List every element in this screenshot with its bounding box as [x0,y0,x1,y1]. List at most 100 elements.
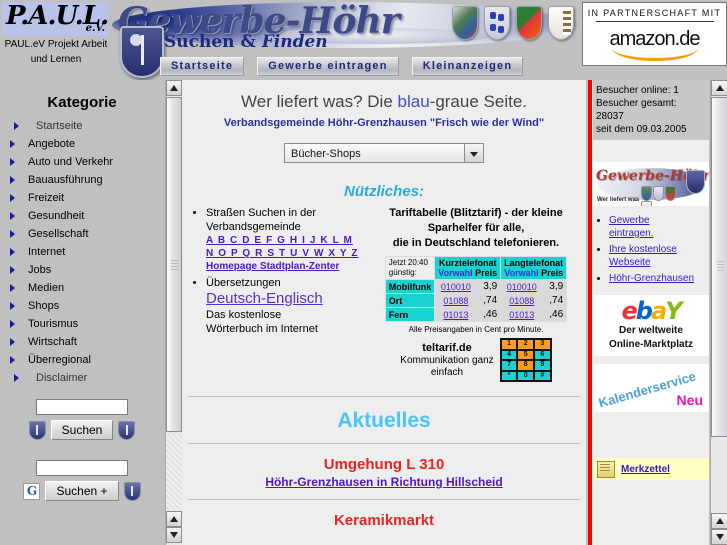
sidebar-item-gesundheit[interactable]: Gesundheit [0,207,164,225]
search-input[interactable] [36,399,128,415]
cell-ort-lang-nr[interactable]: 01088 [500,293,544,308]
link-gewerbe-eintragen-line1[interactable]: Gewerbe [609,215,650,226]
category-select[interactable]: Bücher-Shops [284,143,484,163]
keypad-key: 9 [535,361,550,370]
sidebar-item-ueberregional[interactable]: Überregional [0,351,164,369]
alphabet-links-row2[interactable]: N O P Q R S T U V W X Y Z [206,247,378,260]
page-scroll-down-icon[interactable] [711,529,727,545]
sidebar-item-disclaimer[interactable]: Disclaimer [0,369,164,387]
deutsch-englisch-link[interactable]: Deutsch-Englisch [206,291,378,306]
sidebar-item-angebote[interactable]: Angebote [0,135,164,153]
link-webseite-line2[interactable]: Webseite [609,257,651,268]
left-frame-scrollbar[interactable] [165,80,183,545]
kalenderservice-banner[interactable]: Kalenderservice Neu [593,364,709,412]
table-row: Mobilfunk 010010 3,9 010010 3,9 [384,279,568,294]
stadtplan-zenter-link[interactable]: Homepage Stadtplan-Zenter [206,260,378,274]
sidebar-item-tourismus[interactable]: Tourismus [0,315,164,333]
woerterbuch-line2: Wörterbuch im Internet [206,323,318,335]
bullet-arrow-icon [14,122,19,130]
sidebar-item-wirtschaft[interactable]: Wirtschaft [0,333,164,351]
merkzettel-link[interactable]: Merkzettel [621,464,670,475]
keypad-key: 8 [518,361,534,370]
paul-subtitle-line2: und Lernen [30,54,82,65]
kalenderservice-neu-badge: Neu [676,392,703,408]
cell-fern-kurz-nr[interactable]: 01013 [434,307,478,322]
merkzettel-box[interactable]: Merkzettel [593,458,709,480]
sidebar-item-label: Jobs [28,264,52,276]
sidebar-item-label: Tourismus [28,318,79,330]
page-scroll-up-icon-2[interactable] [711,513,727,529]
sidebar-item-jobs[interactable]: Jobs [0,261,164,279]
shield-icon-right-2 [123,481,141,501]
page-scrollbar[interactable] [710,80,727,545]
page-scrollbar-grip-icon [717,261,724,273]
bullet-arrow-icon [10,356,15,364]
chevron-down-icon[interactable] [464,144,483,162]
link-webseite-line1[interactable]: Ihre kostenlose [609,244,677,255]
paul-logo[interactable]: P.A.U.L. e.V. PAUL.eV Projekt Arbeit und… [2,2,110,78]
link-hoehr-grenzhausen[interactable]: Höhr-Grenzhausen [609,273,694,284]
page-subtitle: Verbandsgemeinde Höhr-Grenzhausen "Frisc… [223,117,545,129]
scroll-up-arrow-icon[interactable] [166,80,182,96]
sidebar-item-medien[interactable]: Medien [0,279,164,297]
crest-group [449,6,574,46]
col-header-lang-vorwahl: Vorwahl [504,268,539,278]
category-list: Startseite Angebote Auto und Verkehr Bau… [0,117,164,387]
list-item-kostenlose-webseite[interactable]: Ihre kostenlose Webseite [609,243,709,269]
ebay-banner[interactable]: ebaY Der weltweite Online-Marktplatz [593,295,709,356]
keypad-key: 1 [501,340,517,349]
scroll-down-group[interactable] [166,511,182,545]
scroll-down-arrow-icon[interactable] [166,527,182,543]
tariff-table: Jetzt 20:40 günstig: Kurztelefonat Vorwa… [384,256,568,322]
page-scroll-up-icon[interactable] [711,80,727,96]
cell-mobilfunk-lang-nr[interactable]: 010010 [500,279,544,294]
search-plus-button[interactable]: Suchen + [45,481,119,501]
google-icon: G [23,482,41,500]
amazon-partner-banner[interactable]: IN PARTNERSCHAFT MIT amazon.de [582,2,727,66]
page-scroll-down-group[interactable] [711,513,727,545]
right-sidebar: Besucher online: 1 Besucher gesamt: 2803… [588,80,709,545]
nav-startseite[interactable]: Startseite [160,57,245,76]
nav-gewerbe-eintragen[interactable]: Gewerbe eintragen [257,57,399,76]
bullet-arrow-icon [10,176,15,184]
keypad-key: 5 [518,350,534,359]
cell-mobilfunk-kurz-nr[interactable]: 010010 [434,279,478,294]
keypad-key: 6 [535,350,550,359]
col-header-lang-label: Langtelefonat [504,258,564,268]
page-scrollbar-thumb[interactable] [711,97,727,437]
sidebar-item-auto-und-verkehr[interactable]: Auto und Verkehr [0,153,164,171]
paul-logo-box: P.A.U.L. e.V. [2,2,108,36]
alphabet-links-row1[interactable]: A B C D E F G H I J K L M [206,234,378,247]
bullet-arrow-icon [10,230,15,238]
col-header-kurztelefonat: Kurztelefonat Vorwahl Preis [434,256,502,280]
link-gewerbe-eintragen-line2[interactable]: eintragen. [609,228,653,239]
paul-subtitle-line1: PAUL.eV Projekt Arbeit [4,39,108,50]
sidebar-item-shops[interactable]: Shops [0,297,164,315]
sidebar-item-startseite[interactable]: Startseite [0,117,164,135]
red-accent-bar [588,80,592,545]
ebay-logo-icon: ebaY [595,299,707,323]
gewerbe-hoehr-banner[interactable]: Gewerbe-Höhr Wer liefert was [593,162,709,206]
scroll-up-arrow-icon-2[interactable] [166,511,182,527]
bullet-arrow-icon [10,284,15,292]
news-link-1[interactable]: Höhr-Grenzhausen in Richtung Hillscheid [182,475,586,489]
category-select-wrap: Bücher-Shops [182,143,586,163]
category-select-value: Bücher-Shops [291,148,361,160]
sidebar-item-bauausfuehrung[interactable]: Bauausführung [0,171,164,189]
teltarif-block[interactable]: teltarif.de Kommunikation ganz einfach 1… [378,338,574,382]
sidebar-item-freizeit[interactable]: Freizeit [0,189,164,207]
search-button[interactable]: Suchen [50,420,114,440]
scrollbar-thumb[interactable] [166,97,182,432]
sidebar-item-gesellschaft[interactable]: Gesellschaft [0,225,164,243]
sidebar-title: Kategorie [47,94,117,111]
google-search-input[interactable] [36,460,128,476]
cell-ort-kurz-nr[interactable]: 01088 [434,293,478,308]
list-item-gewerbe-eintragen[interactable]: Gewerbe eintragen. [609,214,709,240]
amazon-name: amazon [609,28,676,50]
sidebar-item-internet[interactable]: Internet [0,243,164,261]
scrollbar-track[interactable] [166,435,182,511]
cell-fern-lang-nr[interactable]: 01013 [500,307,544,322]
list-item-hoehr-grenzhausen[interactable]: Höhr-Grenzhausen [609,272,709,285]
nav-kleinanzeigen[interactable]: Kleinanzeigen [411,57,524,76]
cell-fern-lang-preis: ,46 [542,307,568,322]
